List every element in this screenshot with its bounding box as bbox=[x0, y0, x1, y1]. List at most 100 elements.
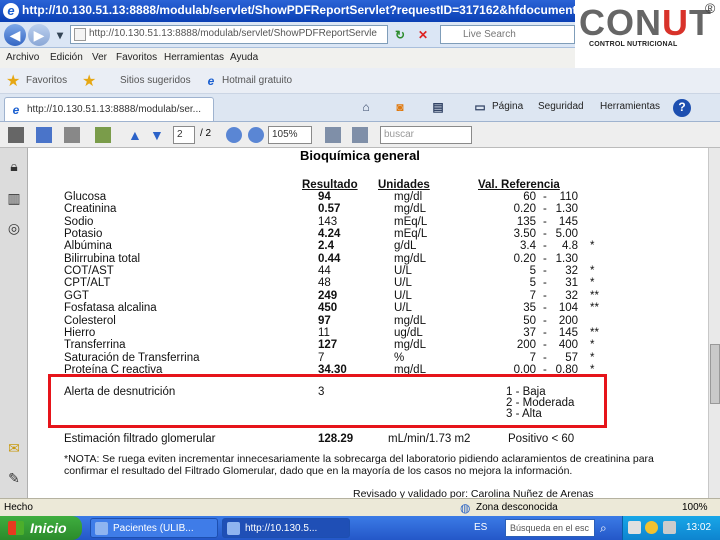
ref-low: 3.4 bbox=[520, 240, 536, 252]
test-unit: g/dL bbox=[394, 240, 417, 252]
test-name: Creatinina bbox=[64, 203, 117, 215]
menu-item-edicion[interactable]: Edición bbox=[50, 52, 83, 63]
ref-separator: - bbox=[543, 240, 547, 252]
fit-width-icon[interactable] bbox=[352, 127, 368, 143]
page-menu-icon[interactable]: ▭ bbox=[472, 99, 488, 115]
status-bar: Hecho ◍ Zona desconocida 100% bbox=[0, 498, 720, 516]
logo-subtitle: CONTROL NUTRICIONAL bbox=[589, 41, 678, 48]
fit-page-icon[interactable] bbox=[325, 127, 341, 143]
abnormal-flag: * bbox=[590, 240, 595, 252]
page-tools-icon[interactable] bbox=[64, 127, 80, 143]
help-icon[interactable]: ? bbox=[673, 99, 691, 117]
app-icon bbox=[95, 522, 108, 535]
test-unit: mg/dL bbox=[394, 203, 426, 215]
attach-icon[interactable] bbox=[95, 127, 111, 143]
ref-low: 0.20 bbox=[513, 203, 536, 215]
favorites-label[interactable]: Favoritos bbox=[26, 75, 67, 86]
vertical-scrollbar[interactable] bbox=[708, 148, 720, 498]
rss-icon[interactable]: ◙ bbox=[392, 99, 408, 115]
ref-high: 31 bbox=[565, 277, 578, 289]
malnutrition-alert-highlight bbox=[48, 374, 607, 428]
tab-page-icon: e bbox=[12, 103, 20, 117]
zoom-input[interactable]: 105% bbox=[268, 126, 312, 144]
page-number-input[interactable]: 2 bbox=[173, 126, 195, 144]
start-button[interactable]: Inicio bbox=[0, 516, 82, 540]
tools-menu[interactable]: Herramientas bbox=[600, 101, 660, 112]
test-result: 48 bbox=[318, 277, 331, 289]
ref-low: 200 bbox=[516, 339, 536, 351]
add-favorite-icon[interactable]: ★ bbox=[82, 71, 96, 91]
windows-flag-icon bbox=[8, 521, 24, 535]
gfr-result: 128.29 bbox=[318, 433, 354, 445]
lock-icon[interactable]: 🔒︎ bbox=[6, 158, 22, 174]
ref-high: 4.8 bbox=[562, 240, 578, 252]
url-input[interactable]: http://10.130.51.13:8888/modulab/servlet… bbox=[70, 25, 388, 44]
dropdown-icon[interactable]: ▾ bbox=[52, 27, 68, 43]
test-result: 2.4 bbox=[318, 240, 334, 252]
window-title: http://10.130.51.13:8888/modulab/servlet… bbox=[22, 3, 614, 17]
page-icon bbox=[74, 28, 86, 41]
tab-report[interactable]: e http://10.130.51.13:8888/modulab/ser..… bbox=[4, 97, 214, 121]
refresh-icon[interactable]: ↻ bbox=[392, 27, 408, 43]
search-icon[interactable]: ⌕ bbox=[600, 521, 607, 536]
abnormal-flag: * bbox=[590, 339, 595, 351]
page-down-icon[interactable]: ▼ bbox=[150, 127, 166, 143]
tray-app-icon[interactable] bbox=[628, 521, 641, 534]
menu-item-herramientas[interactable]: Herramientas bbox=[164, 52, 224, 63]
task-browser[interactable]: http://10.130.5... bbox=[222, 518, 350, 538]
print-icon[interactable]: ▤ bbox=[430, 99, 446, 115]
scrollbar-thumb[interactable] bbox=[710, 344, 720, 404]
zoom-out-icon[interactable] bbox=[226, 127, 242, 143]
print-pdf-icon[interactable] bbox=[8, 127, 24, 143]
ie-icon bbox=[227, 522, 240, 535]
test-name: Albúmina bbox=[64, 240, 112, 252]
desktop-search-input[interactable]: Búsqueda en el esc bbox=[505, 519, 595, 537]
favorites-star-icon[interactable]: ★ bbox=[6, 71, 20, 91]
ref-high: 400 bbox=[558, 339, 578, 351]
favorites-bar: ★ Favoritos ★ Sitios sugeridos e Hotmail… bbox=[0, 68, 720, 94]
ref-separator: - bbox=[543, 302, 547, 314]
tray-shield-icon[interactable] bbox=[645, 521, 658, 534]
menu-item-ver[interactable]: Ver bbox=[92, 52, 107, 63]
menu-item-ayuda[interactable]: Ayuda bbox=[230, 52, 258, 63]
task-pacientes[interactable]: Pacientes (ULIB... bbox=[90, 518, 218, 538]
comments-icon[interactable]: ✉ bbox=[6, 440, 22, 456]
save-icon[interactable] bbox=[36, 127, 52, 143]
menu-item-archivo[interactable]: Archivo bbox=[6, 52, 39, 63]
registered-mark: ® bbox=[705, 0, 716, 16]
zone-text: Zona desconocida bbox=[476, 502, 558, 513]
zoom-in-icon[interactable] bbox=[248, 127, 264, 143]
ref-separator: - bbox=[543, 203, 547, 215]
zoom-level[interactable]: 100% bbox=[682, 502, 708, 513]
menu-item-favoritos[interactable]: Favoritos bbox=[116, 52, 157, 63]
fav-item-sugeridos[interactable]: Sitios sugeridos bbox=[120, 75, 191, 86]
test-name: CPT/ALT bbox=[64, 277, 111, 289]
page-up-icon[interactable]: ▲ bbox=[128, 127, 144, 143]
page-menu[interactable]: Página bbox=[492, 101, 523, 112]
section-title: Bioquímica general bbox=[300, 148, 420, 163]
live-search-input[interactable]: Live Search bbox=[440, 25, 575, 44]
note-line-2: confirmar el resultado del Filtrado Glom… bbox=[64, 465, 573, 477]
pdf-search-input[interactable]: buscar bbox=[380, 126, 472, 144]
binoculars-icon[interactable]: ◎ bbox=[6, 220, 22, 236]
fav-item-hotmail[interactable]: Hotmail gratuito bbox=[222, 75, 292, 86]
clock[interactable]: 13:02 bbox=[686, 522, 711, 533]
home-icon[interactable]: ⌂ bbox=[358, 99, 374, 115]
report-page: Bioquímica general Resultado Unidades Va… bbox=[28, 148, 708, 498]
language-indicator[interactable]: ES bbox=[474, 522, 487, 533]
ref-separator: - bbox=[543, 277, 547, 289]
test-result: 127 bbox=[318, 339, 338, 351]
forward-button[interactable]: ▶ bbox=[28, 24, 50, 46]
stop-icon[interactable]: ✕ bbox=[415, 27, 431, 43]
ie-page-icon: e bbox=[207, 74, 215, 88]
back-button[interactable]: ◀ bbox=[4, 24, 26, 46]
pages-icon[interactable]: ▥ bbox=[6, 190, 22, 206]
globe-icon: ◍ bbox=[460, 501, 471, 515]
test-name: Fosfatasa alcalina bbox=[64, 302, 157, 314]
test-unit: U/L bbox=[394, 277, 412, 289]
status-text: Hecho bbox=[4, 502, 33, 513]
attachments-icon[interactable]: ✎ bbox=[6, 470, 22, 486]
volume-icon[interactable] bbox=[663, 521, 676, 534]
gfr-unit: mL/min/1.73 m2 bbox=[388, 433, 471, 445]
security-menu[interactable]: Seguridad bbox=[538, 101, 584, 112]
